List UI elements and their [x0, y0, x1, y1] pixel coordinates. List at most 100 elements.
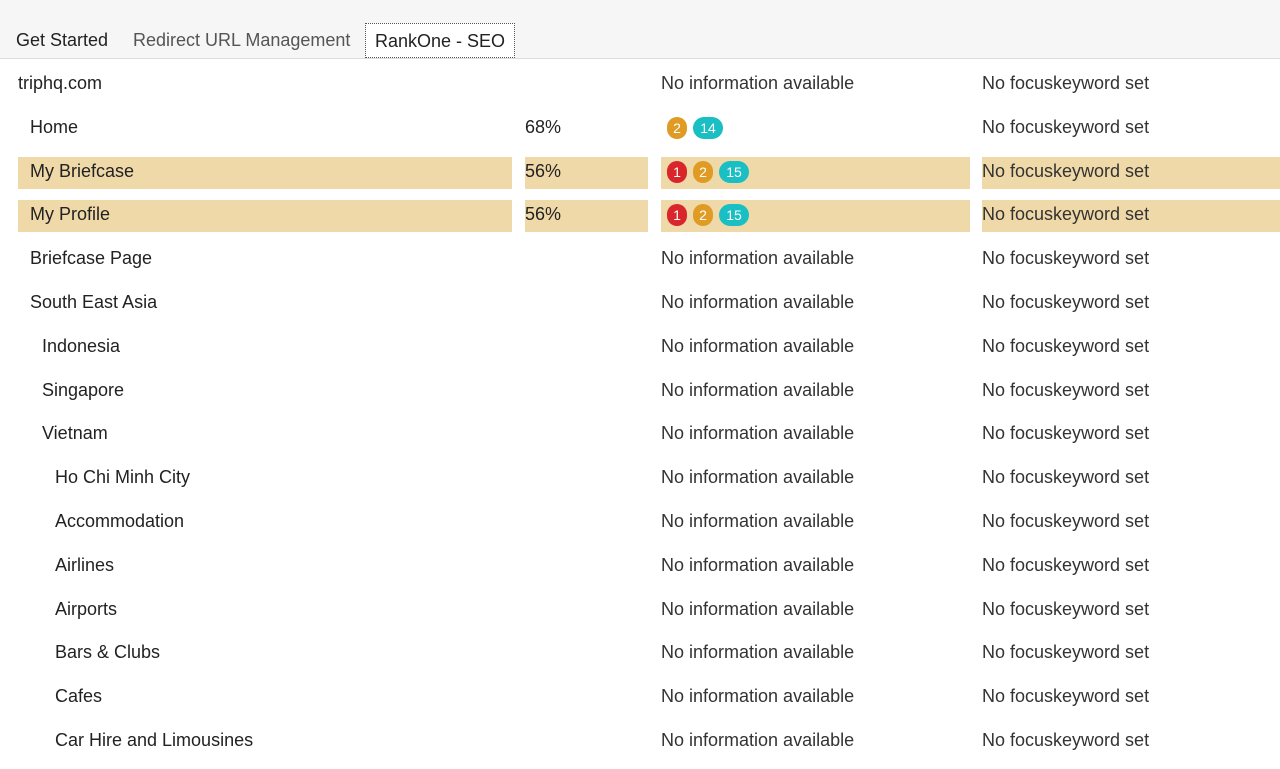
- page-name[interactable]: Accommodation: [18, 507, 184, 535]
- tree-row[interactable]: Singapore No information available No fo…: [0, 367, 1280, 411]
- page-name[interactable]: Singapore: [18, 376, 124, 404]
- page-name-cell[interactable]: Home: [18, 113, 512, 145]
- page-name[interactable]: South East Asia: [18, 288, 157, 316]
- focus-keyword-text: No focuskeyword set: [982, 248, 1150, 269]
- info-cell: No information available: [661, 551, 970, 583]
- info-text: No information available: [661, 379, 855, 400]
- info-text: No information available: [661, 335, 855, 356]
- page-name[interactable]: triphq.com: [18, 69, 102, 97]
- tree-row[interactable]: Indonesia No information available No fo…: [0, 323, 1280, 367]
- page-name-cell[interactable]: Cafes: [18, 682, 512, 714]
- page-name-cell[interactable]: triphq.com: [18, 69, 512, 101]
- tab-rankone-seo[interactable]: RankOne - SEO: [365, 23, 516, 58]
- info-cell: No information available: [661, 376, 970, 408]
- good-count-badge[interactable]: 14: [693, 116, 723, 139]
- info-text: No information available: [661, 248, 855, 269]
- info-cell: No information available: [661, 726, 970, 758]
- tree-row-highlighted[interactable]: My Briefcase 56% 1 2 15 No focuskeyword …: [0, 148, 1280, 192]
- page-name[interactable]: Ho Chi Minh City: [18, 463, 190, 491]
- page-name-cell[interactable]: My Briefcase: [18, 156, 512, 189]
- good-count-badge[interactable]: 15: [719, 160, 749, 183]
- tree-row[interactable]: Ho Chi Minh City No information availabl…: [0, 454, 1280, 498]
- tab-redirect-url-management[interactable]: Redirect URL Management: [123, 23, 360, 57]
- info-text: No information available: [661, 729, 855, 750]
- page-name-cell[interactable]: Airlines: [18, 551, 512, 583]
- issue-badges: 1 2 15: [661, 201, 749, 229]
- tree-row[interactable]: South East Asia No information available…: [0, 279, 1280, 323]
- error-count-badge[interactable]: 1: [667, 160, 687, 183]
- tree-row[interactable]: Bars & Clubs No information available No…: [0, 629, 1280, 673]
- page-name[interactable]: Indonesia: [18, 332, 120, 360]
- page-name[interactable]: My Profile: [18, 200, 110, 228]
- page-name[interactable]: Airlines: [18, 551, 114, 579]
- page-name-cell[interactable]: My Profile: [18, 200, 512, 233]
- tree-row[interactable]: Home 68% 2 14 No focuskeyword set: [0, 104, 1280, 148]
- warning-count-badge[interactable]: 2: [693, 160, 713, 183]
- info-text: No information available: [661, 423, 855, 444]
- tree-row[interactable]: Car Hire and Limousines No information a…: [0, 717, 1280, 761]
- score-cell: [525, 595, 648, 627]
- warning-count-badge[interactable]: 2: [693, 204, 713, 227]
- page-name-cell[interactable]: Vietnam: [18, 419, 512, 451]
- page-name-cell[interactable]: Singapore: [18, 376, 512, 408]
- page-name[interactable]: Vietnam: [18, 419, 108, 447]
- tree-row[interactable]: Accommodation No information available N…: [0, 498, 1280, 542]
- score-cell: [525, 463, 648, 495]
- error-count-badge[interactable]: 1: [667, 204, 687, 227]
- focus-keyword-cell: No focuskeyword set: [982, 376, 1280, 408]
- info-text: No information available: [661, 642, 855, 663]
- page-name-cell[interactable]: Indonesia: [18, 332, 512, 364]
- tree-row[interactable]: triphq.com No information available No f…: [0, 60, 1280, 104]
- score-cell: [525, 419, 648, 451]
- page-name[interactable]: My Briefcase: [18, 157, 134, 185]
- score-cell: [525, 376, 648, 408]
- tree-row[interactable]: Vietnam No information available No focu…: [0, 410, 1280, 454]
- focus-keyword-cell: No focuskeyword set: [982, 682, 1280, 714]
- page-name-cell[interactable]: Car Hire and Limousines: [18, 726, 512, 758]
- page-name-cell[interactable]: Ho Chi Minh City: [18, 463, 512, 495]
- info-text: No information available: [661, 467, 855, 488]
- page-name[interactable]: Home: [18, 113, 78, 141]
- focus-keyword-text: No focuskeyword set: [982, 729, 1150, 750]
- page-name[interactable]: Cafes: [18, 682, 102, 710]
- page-name[interactable]: Airports: [18, 595, 117, 623]
- info-cell: No information available: [661, 507, 970, 539]
- score-cell: [525, 638, 648, 670]
- focus-keyword-text: No focuskeyword set: [982, 423, 1150, 444]
- warning-count-badge[interactable]: 2: [667, 116, 687, 139]
- tab-get-started[interactable]: Get Started: [6, 23, 118, 57]
- page-name-cell[interactable]: Bars & Clubs: [18, 638, 512, 670]
- page-name[interactable]: Briefcase Page: [18, 244, 152, 272]
- page-name-cell[interactable]: Briefcase Page: [18, 244, 512, 276]
- good-count-badge[interactable]: 15: [719, 204, 749, 227]
- seo-page-tree: triphq.com No information available No f…: [0, 60, 1280, 761]
- score-cell: [525, 726, 648, 758]
- tree-row[interactable]: Cafes No information available No focusk…: [0, 673, 1280, 717]
- page-name-cell[interactable]: Airports: [18, 595, 512, 627]
- focus-keyword-cell: No focuskeyword set: [982, 638, 1280, 670]
- focus-keyword-text: No focuskeyword set: [982, 291, 1150, 312]
- info-cell: No information available: [661, 69, 970, 101]
- score-cell: [525, 551, 648, 583]
- info-text: No information available: [661, 510, 855, 531]
- info-text: No information available: [661, 598, 855, 619]
- tree-row[interactable]: Airlines No information available No foc…: [0, 542, 1280, 586]
- page-name-cell[interactable]: South East Asia: [18, 288, 512, 320]
- info-cell: No information available: [661, 638, 970, 670]
- focus-keyword-text: No focuskeyword set: [982, 686, 1150, 707]
- tree-row[interactable]: Briefcase Page No information available …: [0, 235, 1280, 279]
- page-name[interactable]: Bars & Clubs: [18, 638, 160, 666]
- info-cell: No information available: [661, 288, 970, 320]
- info-text: No information available: [661, 73, 855, 93]
- tree-row[interactable]: Airports No information available No foc…: [0, 586, 1280, 630]
- score-cell: [525, 69, 648, 101]
- focus-keyword-cell: No focuskeyword set: [982, 156, 1280, 189]
- info-cell: No information available: [661, 682, 970, 714]
- info-cell: No information available: [661, 332, 970, 364]
- page-name[interactable]: Car Hire and Limousines: [18, 726, 253, 754]
- tree-row-highlighted[interactable]: My Profile 56% 1 2 15 No focuskeyword se…: [0, 191, 1280, 235]
- page-name-cell[interactable]: Accommodation: [18, 507, 512, 539]
- info-cell: No information available: [661, 595, 970, 627]
- focus-keyword-text: No focuskeyword set: [982, 554, 1150, 575]
- focus-keyword-cell: No focuskeyword set: [982, 463, 1280, 495]
